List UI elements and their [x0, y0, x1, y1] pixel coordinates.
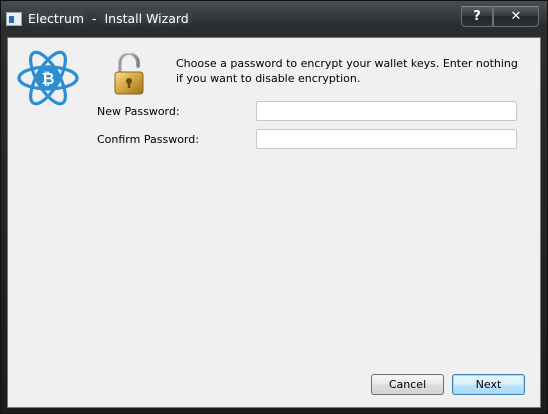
new-password-field[interactable]	[256, 101, 517, 121]
new-password-label: New Password:	[97, 105, 180, 118]
wizard-window: Electrum - Install Wizard ? ✕ ₿ Choose a…	[0, 0, 548, 414]
window-title: Electrum - Install Wizard	[28, 11, 189, 26]
app-icon	[6, 12, 22, 26]
wizard-content: ₿ Choose a password to encrypt your wall…	[7, 37, 541, 408]
intro-text: Choose a password to encrypt your wallet…	[176, 57, 518, 85]
unlocked-padlock-icon	[114, 52, 144, 95]
help-button[interactable]: ?	[461, 6, 493, 27]
title-bar[interactable]: Electrum - Install Wizard ? ✕	[1, 1, 548, 37]
close-icon: ✕	[510, 8, 522, 24]
electrum-logo-icon: ₿	[17, 50, 79, 106]
confirm-password-label: Confirm Password:	[97, 133, 199, 146]
svg-text:₿: ₿	[41, 69, 54, 88]
close-button[interactable]: ✕	[493, 6, 539, 27]
confirm-password-field[interactable]	[256, 129, 517, 149]
next-button[interactable]: Next	[452, 374, 525, 395]
cancel-button[interactable]: Cancel	[371, 374, 444, 395]
